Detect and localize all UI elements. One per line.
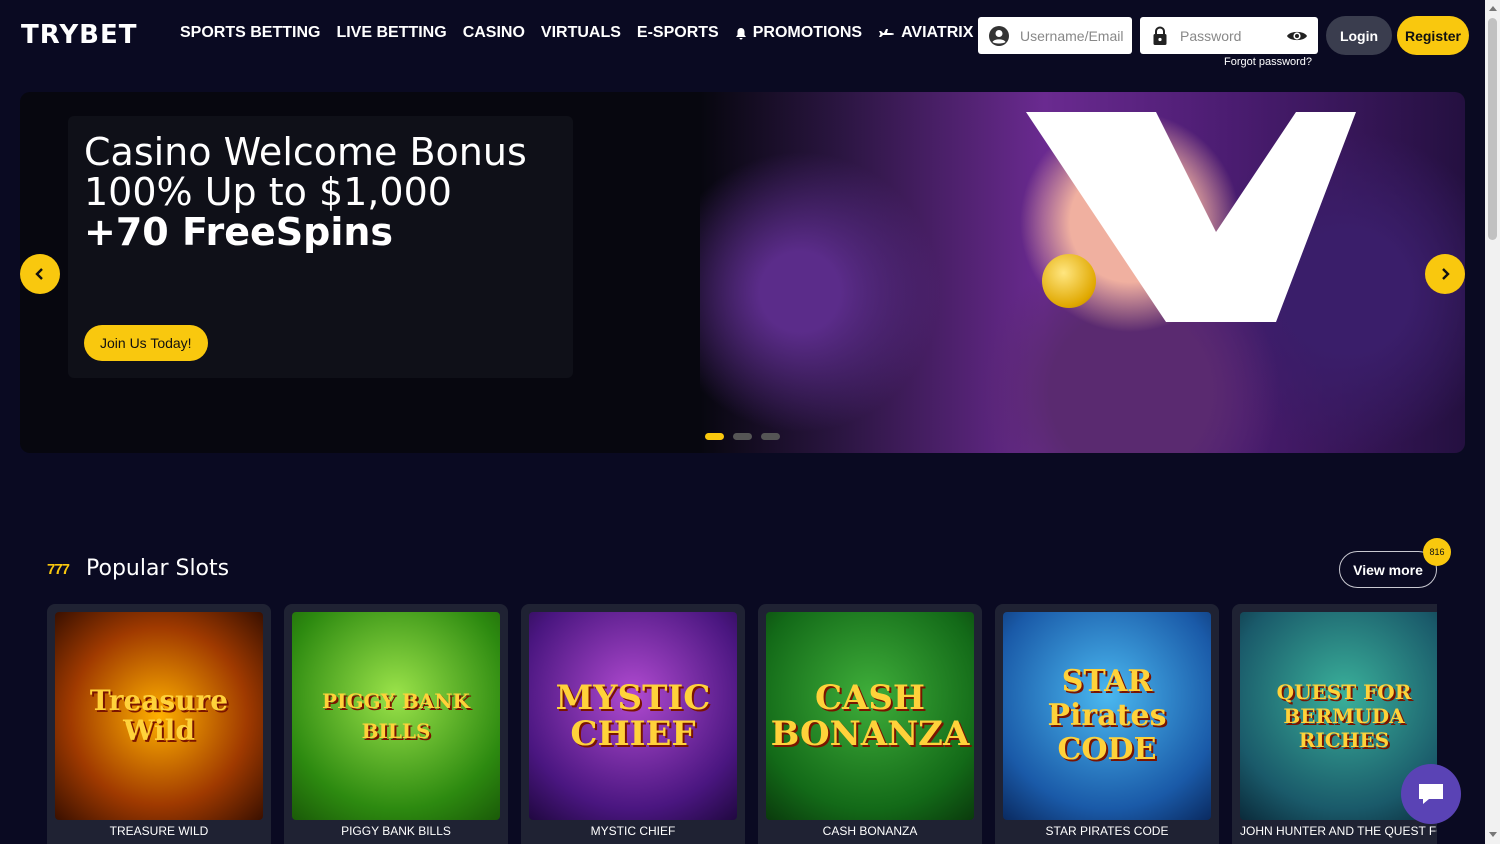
scroll-up-arrow-icon[interactable] (1489, 6, 1497, 11)
nav-label: CASINO (462, 24, 525, 41)
username-input[interactable] (1020, 27, 1126, 44)
carousel-dot[interactable] (761, 433, 780, 440)
slot-machine-icon: 777 (47, 561, 70, 578)
nav-label: LIVE BETTING (336, 24, 447, 41)
nav-sports-betting[interactable]: SPORTS BETTING (180, 24, 320, 42)
main-nav: SPORTS BETTING LIVE BETTING CASINO VIRTU… (180, 24, 973, 42)
carousel-dots (705, 433, 780, 440)
nav-casino[interactable]: CASINO (463, 24, 525, 42)
nav-live-betting[interactable]: LIVE BETTING (336, 24, 446, 42)
section-title: Popular Slots (86, 556, 230, 581)
game-card[interactable]: MYSTIC CHIEF MYSTIC CHIEF (521, 604, 745, 844)
promo-title-line2: 100% Up to $1,000 (84, 170, 452, 214)
gold-coin-image (1042, 254, 1096, 308)
game-title: CASH BONANZA (822, 824, 918, 838)
site-header: TRYBET SPORTS BETTING LIVE BETTING CASIN… (0, 0, 1485, 78)
password-input[interactable] (1180, 27, 1280, 44)
user-icon (988, 25, 1010, 47)
scroll-down-arrow-icon[interactable] (1489, 832, 1497, 837)
chevron-right-icon (1442, 268, 1450, 280)
nav-label: PROMOTIONS (752, 24, 863, 41)
bell-icon (735, 27, 747, 40)
carousel-dot[interactable] (705, 433, 724, 440)
scroll-thumb[interactable] (1488, 18, 1497, 240)
game-card[interactable]: CASH BONANZA CASH BONANZA (758, 604, 982, 844)
carousel-dot[interactable] (733, 433, 752, 440)
game-title: MYSTIC CHIEF (590, 824, 676, 838)
chat-bubble-icon (1419, 784, 1443, 804)
promo-title-line3: +70 FreeSpins (84, 210, 394, 254)
game-card[interactable]: STAR Pirates CODE STAR PIRATES CODE (995, 604, 1219, 844)
view-more-button[interactable]: View more (1339, 551, 1437, 588)
game-thumbnail: Treasure Wild (55, 612, 263, 820)
trybet-logo[interactable]: TRYBET (21, 20, 137, 50)
game-title: TREASURE WILD (109, 824, 209, 838)
plane-icon (878, 27, 895, 39)
nav-virtuals[interactable]: VIRTUALS (541, 24, 621, 42)
hero-banner: Casino Welcome Bonus 100% Up to $1,000 +… (20, 92, 1465, 453)
nav-label: E-SPORTS (636, 24, 719, 41)
register-button[interactable]: Register (1397, 16, 1469, 55)
nav-label: AVIATRIX (901, 24, 974, 41)
forgot-password-link[interactable]: Forgot password? (1224, 56, 1312, 68)
carousel-prev-button[interactable] (20, 254, 60, 294)
game-thumbnail: PIGGY BANK BILLS (292, 612, 500, 820)
nav-e-sports[interactable]: E-SPORTS (637, 24, 719, 42)
username-field[interactable] (978, 17, 1132, 54)
game-thumbnail: CASH BONANZA (766, 612, 974, 820)
promo-title-line1: Casino Welcome Bonus (84, 130, 527, 174)
eye-icon[interactable] (1286, 29, 1308, 43)
game-title: PIGGY BANK BILLS (341, 824, 451, 838)
carousel-next-button[interactable] (1425, 254, 1465, 294)
game-thumbnail: MYSTIC CHIEF (529, 612, 737, 820)
game-card[interactable]: Treasure Wild TREASURE WILD (47, 604, 271, 844)
lock-icon (1152, 25, 1168, 46)
promo-title: Casino Welcome Bonus 100% Up to $1,000 +… (84, 132, 527, 252)
slot-cards: Treasure Wild TREASURE WILD PIGGY BANK B… (47, 604, 1437, 844)
password-field[interactable] (1140, 17, 1318, 54)
game-title: JOHN HUNTER AND THE QUEST FOR BERMUDA RI… (1240, 824, 1437, 838)
game-title: STAR PIRATES CODE (1045, 824, 1169, 838)
nav-label: VIRTUALS (540, 24, 621, 41)
nav-aviatrix[interactable]: AVIATRIX (878, 24, 973, 42)
games-count-badge: 816 (1423, 538, 1451, 566)
game-thumbnail: STAR Pirates CODE (1003, 612, 1211, 820)
nav-label: SPORTS BETTING (180, 24, 321, 41)
login-button[interactable]: Login (1326, 16, 1392, 55)
chevron-left-icon (35, 268, 43, 280)
chat-button[interactable] (1401, 764, 1461, 824)
nav-promotions[interactable]: PROMOTIONS (735, 24, 862, 42)
game-card[interactable]: PIGGY BANK BILLS PIGGY BANK BILLS (284, 604, 508, 844)
page-scrollbar[interactable] (1485, 0, 1500, 844)
join-us-button[interactable]: Join Us Today! (84, 325, 208, 361)
